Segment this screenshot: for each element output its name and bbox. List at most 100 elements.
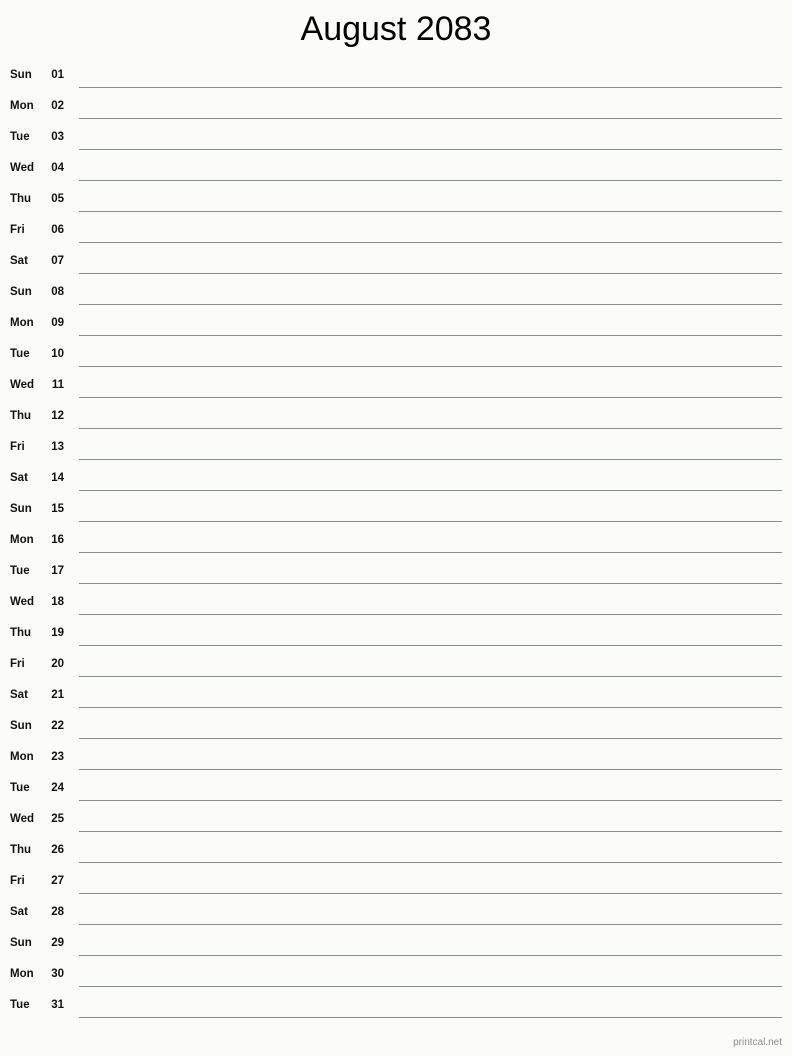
day-row-labels: Mon 02 [10, 91, 64, 122]
day-row: Thu 19 [0, 618, 792, 649]
day-of-month-number: 25 [51, 812, 64, 825]
note-writing-line[interactable] [79, 769, 782, 770]
day-row-labels: Wed 25 [10, 804, 64, 835]
note-writing-line[interactable] [79, 521, 782, 522]
day-row: Sat 14 [0, 463, 792, 494]
day-of-week-label: Sun [10, 936, 32, 949]
day-row-labels: Fri 06 [10, 215, 64, 246]
note-writing-line[interactable] [79, 986, 782, 987]
note-writing-line[interactable] [79, 800, 782, 801]
day-of-month-number: 14 [51, 471, 64, 484]
page-title: August 2083 [300, 10, 492, 48]
day-of-month-number: 11 [51, 378, 64, 391]
note-writing-line[interactable] [79, 924, 782, 925]
note-writing-line[interactable] [79, 645, 782, 646]
day-row-labels: Fri 27 [10, 866, 64, 897]
day-row-labels: Sat 14 [10, 463, 64, 494]
day-of-month-number: 29 [51, 936, 64, 949]
day-row: Sun 22 [0, 711, 792, 742]
day-of-week-label: Tue [10, 564, 30, 577]
day-of-month-number: 04 [51, 161, 64, 174]
day-row: Wed 25 [0, 804, 792, 835]
day-of-week-label: Sun [10, 502, 32, 515]
note-writing-line[interactable] [79, 583, 782, 584]
day-row: Mon 02 [0, 91, 792, 122]
day-row-labels: Thu 12 [10, 401, 64, 432]
day-of-month-number: 31 [51, 998, 64, 1011]
calendar-page: August 2083 Sun 01 Mon 02 Tue 03 Wed 04 Thu 05 Fri… [0, 0, 792, 1056]
footer: printcal.net [0, 1032, 792, 1050]
day-of-week-label: Fri [10, 657, 25, 670]
note-writing-line[interactable] [79, 180, 782, 181]
note-writing-line[interactable] [79, 893, 782, 894]
day-row: Sun 01 [0, 60, 792, 91]
note-writing-line[interactable] [79, 676, 782, 677]
note-writing-line[interactable] [79, 242, 782, 243]
day-of-week-label: Mon [10, 99, 34, 112]
day-row-labels: Mon 16 [10, 525, 64, 556]
note-writing-line[interactable] [79, 490, 782, 491]
note-writing-line[interactable] [79, 149, 782, 150]
note-writing-line[interactable] [79, 614, 782, 615]
day-of-month-number: 10 [51, 347, 64, 360]
day-row-labels: Wed 11 [10, 370, 64, 401]
day-of-week-label: Sat [10, 254, 28, 267]
day-of-month-number: 01 [51, 68, 64, 81]
day-of-month-number: 24 [51, 781, 64, 794]
day-row: Mon 16 [0, 525, 792, 556]
day-row: Tue 31 [0, 990, 792, 1021]
note-writing-line[interactable] [79, 428, 782, 429]
day-row-labels: Sun 15 [10, 494, 64, 525]
note-writing-line[interactable] [79, 831, 782, 832]
day-of-week-label: Wed [10, 595, 35, 608]
day-row-labels: Tue 03 [10, 122, 64, 153]
note-writing-line[interactable] [79, 118, 782, 119]
note-writing-line[interactable] [79, 335, 782, 336]
day-row-labels: Thu 19 [10, 618, 64, 649]
note-writing-line[interactable] [79, 552, 782, 553]
day-row-labels: Sat 28 [10, 897, 64, 928]
note-writing-line[interactable] [79, 738, 782, 739]
day-of-month-number: 27 [51, 874, 64, 887]
day-of-week-label: Thu [10, 409, 32, 422]
day-row-labels: Wed 18 [10, 587, 64, 618]
note-writing-line[interactable] [79, 211, 782, 212]
note-writing-line[interactable] [79, 273, 782, 274]
day-row-labels: Sun 22 [10, 711, 64, 742]
day-of-week-label: Tue [10, 781, 30, 794]
day-row: Fri 06 [0, 215, 792, 246]
day-row: Tue 10 [0, 339, 792, 370]
note-writing-line[interactable] [79, 862, 782, 863]
day-of-week-label: Tue [10, 347, 30, 360]
day-of-week-label: Mon [10, 533, 34, 546]
day-row: Mon 09 [0, 308, 792, 339]
note-writing-line[interactable] [79, 397, 782, 398]
day-of-week-label: Fri [10, 874, 25, 887]
day-of-month-number: 18 [51, 595, 64, 608]
day-row: Thu 05 [0, 184, 792, 215]
day-row: Sat 07 [0, 246, 792, 277]
day-row-labels: Tue 17 [10, 556, 64, 587]
day-of-month-number: 05 [51, 192, 64, 205]
day-of-week-label: Mon [10, 750, 34, 763]
day-row: Tue 24 [0, 773, 792, 804]
day-row-list: Sun 01 Mon 02 Tue 03 Wed 04 Thu 05 Fri 06 Sat 07 Sun 08… [0, 60, 792, 1021]
note-writing-line[interactable] [79, 707, 782, 708]
day-row-labels: Mon 09 [10, 308, 64, 339]
day-of-month-number: 03 [51, 130, 64, 143]
day-of-month-number: 23 [51, 750, 64, 763]
day-of-month-number: 17 [51, 564, 64, 577]
note-writing-line[interactable] [79, 366, 782, 367]
note-writing-line[interactable] [79, 459, 782, 460]
note-writing-line[interactable] [79, 1017, 782, 1018]
note-writing-line[interactable] [79, 304, 782, 305]
day-of-month-number: 21 [51, 688, 64, 701]
page-header: August 2083 [0, 0, 792, 58]
day-row-labels: Thu 05 [10, 184, 64, 215]
day-row-labels: Tue 31 [10, 990, 64, 1021]
note-writing-line[interactable] [79, 87, 782, 88]
day-row: Mon 23 [0, 742, 792, 773]
note-writing-line[interactable] [79, 955, 782, 956]
day-row: Sun 15 [0, 494, 792, 525]
day-row-labels: Fri 20 [10, 649, 64, 680]
